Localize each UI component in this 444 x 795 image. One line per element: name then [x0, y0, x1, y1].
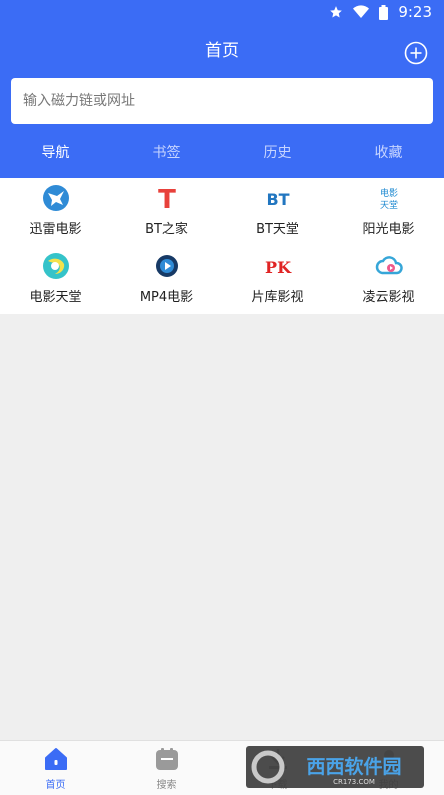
nav-label: 搜索	[156, 780, 177, 791]
pk-icon: PK	[265, 258, 292, 277]
watermark-logo: 西西软件园 CR173.COM	[246, 746, 424, 788]
tab-bookmarks[interactable]: 书签	[111, 140, 222, 166]
header-bar: 9:23 首页 导航 书签 历史 收藏	[0, 0, 444, 178]
home-icon	[44, 748, 67, 770]
thunder-bird-icon	[42, 185, 69, 211]
svg-text:PK: PK	[265, 258, 292, 277]
search-tab-icon	[155, 748, 178, 770]
grid-label: 片库影视	[251, 290, 304, 305]
svg-text:CR173.COM: CR173.COM	[333, 778, 375, 786]
grid-item-movie-heaven[interactable]: 电影天堂	[0, 252, 111, 305]
add-icon[interactable]	[404, 41, 428, 65]
wifi-icon	[353, 5, 370, 18]
svg-text:天堂: 天堂	[379, 199, 397, 211]
grid-item-pk[interactable]: PK 片库影视	[222, 252, 333, 305]
svg-text:BT: BT	[266, 190, 289, 209]
grid-item-bt-heaven[interactable]: BT BT天堂	[222, 184, 333, 237]
tab-nav[interactable]: 导航	[0, 140, 111, 166]
grid-item-xunlei[interactable]: 迅雷电影	[0, 184, 111, 237]
grid-label: BT天堂	[256, 222, 299, 237]
tab-favorites[interactable]: 收藏	[333, 140, 444, 166]
svg-text:西西软件园: 西西软件园	[306, 755, 401, 778]
grid-label: 电影天堂	[29, 290, 82, 305]
star-icon	[330, 6, 343, 18]
mp4-movie-icon	[155, 255, 178, 277]
tab-bar: 导航 书签 历史 收藏	[0, 140, 444, 166]
nav-label: 首页	[45, 780, 66, 791]
status-bar: 9:23	[0, 0, 444, 24]
status-time: 9:23	[398, 3, 432, 21]
svg-text:电影: 电影	[379, 187, 397, 199]
page-title: 首页	[205, 41, 239, 61]
movie-heaven-icon	[42, 253, 69, 279]
bt-heaven-icon: BT	[266, 190, 289, 209]
nav-search[interactable]: 搜索	[111, 745, 222, 791]
nav-home[interactable]: 首页	[0, 745, 111, 791]
tab-history[interactable]: 历史	[222, 140, 333, 166]
grid-label: 阳光电影	[362, 222, 415, 237]
grid-label: 凌云影视	[362, 290, 415, 305]
grid-label: BT之家	[145, 222, 188, 237]
svg-text:T: T	[158, 185, 176, 212]
grid-item-cloud[interactable]: 凌云影视	[333, 252, 444, 305]
bt-home-icon: T	[158, 185, 176, 212]
grid-label: MP4电影	[139, 290, 194, 305]
search-input[interactable]	[21, 92, 423, 110]
search-box[interactable]	[11, 78, 433, 124]
grid-label: 迅雷电影	[29, 222, 82, 237]
sunshine-movie-icon: 电影 天堂	[379, 187, 397, 211]
grid-item-bt-home[interactable]: T BT之家	[111, 184, 222, 237]
cloud-icon	[375, 256, 403, 275]
site-grid: 迅雷电影 T BT之家 BT BT天堂 电影 天堂 阳光电影 电影天堂 MP4电…	[0, 178, 444, 314]
battery-icon	[379, 4, 389, 20]
grid-item-mp4[interactable]: MP4电影	[111, 252, 222, 305]
grid-item-sunshine[interactable]: 电影 天堂 阳光电影	[333, 184, 444, 237]
